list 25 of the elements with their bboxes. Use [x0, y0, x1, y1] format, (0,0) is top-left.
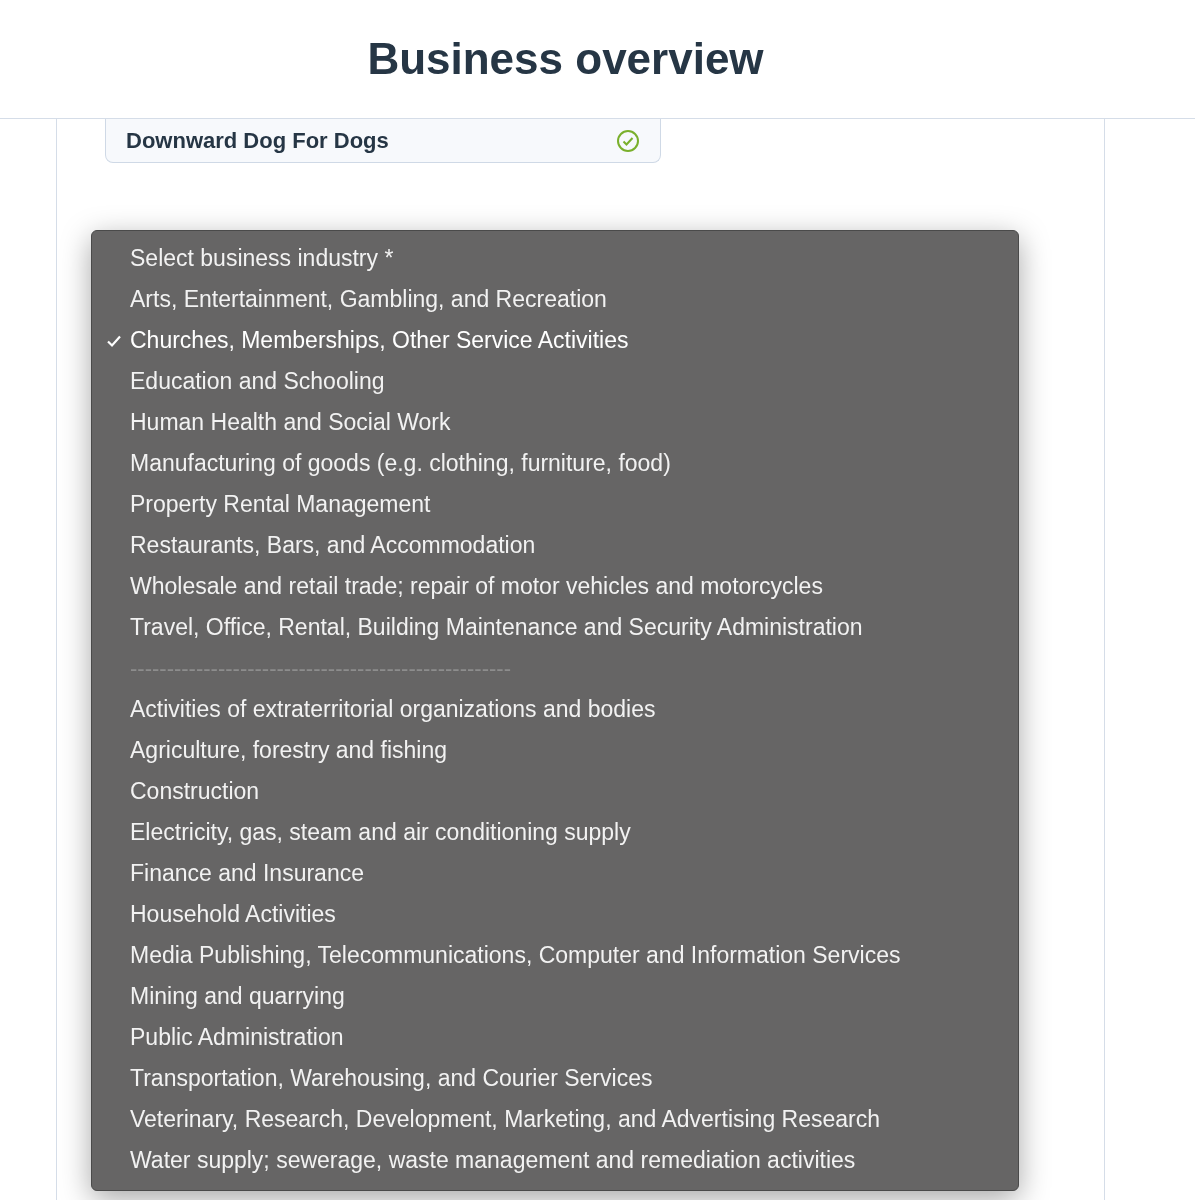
- menu-separator: ----------------------------------------------------: [129, 655, 512, 683]
- page-title: Business overview: [367, 33, 764, 85]
- menu-option[interactable]: Household Activities: [92, 894, 1018, 935]
- menu-option[interactable]: Arts, Entertainment, Gambling, and Recreation: [92, 279, 1018, 320]
- menu-option[interactable]: Activities of extraterritorial organizations and bodies: [92, 689, 1018, 730]
- business-name-field[interactable]: Downward Dog For Dogs: [105, 119, 661, 163]
- menu-option[interactable]: Churches, Memberships, Other Service Activities: [92, 320, 1018, 361]
- menu-option[interactable]: Transportation, Warehousing, and Courier Services: [92, 1058, 1018, 1099]
- menu-option[interactable]: Agriculture, forestry and fishing: [92, 730, 1018, 771]
- menu-option[interactable]: Travel, Office, Rental, Building Maintenance and Security Administration: [92, 607, 1018, 648]
- menu-option[interactable]: Media Publishing, Telecommunications, Computer and Information Services: [92, 935, 1018, 976]
- menu-option[interactable]: Property Rental Management: [92, 484, 1018, 525]
- menu-option[interactable]: Construction: [92, 771, 1018, 812]
- menu-option[interactable]: Wholesale and retail trade; repair of motor vehicles and motorcycles: [92, 566, 1018, 607]
- menu-option[interactable]: Human Health and Social Work: [92, 402, 1018, 443]
- menu-option[interactable]: Water supply; sewerage, waste management and remediation activities: [92, 1140, 1018, 1181]
- menu-option[interactable]: Veterinary, Research, Development, Marketing, and Advertising Research: [92, 1099, 1018, 1140]
- menu-option[interactable]: Education and Schooling: [92, 361, 1018, 402]
- menu-option[interactable]: Public Administration: [92, 1017, 1018, 1058]
- menu-option[interactable]: Mining and quarrying: [92, 976, 1018, 1017]
- menu-option[interactable]: Manufacturing of goods (e.g. clothing, furniture, food): [92, 443, 1018, 484]
- menu-option[interactable]: Finance and Insurance: [92, 853, 1018, 894]
- menu-option[interactable]: Restaurants, Bars, and Accommodation: [92, 525, 1018, 566]
- menu-option[interactable]: Electricity, gas, steam and air conditioning supply: [92, 812, 1018, 853]
- menu-option[interactable]: Select business industry *: [92, 238, 1018, 279]
